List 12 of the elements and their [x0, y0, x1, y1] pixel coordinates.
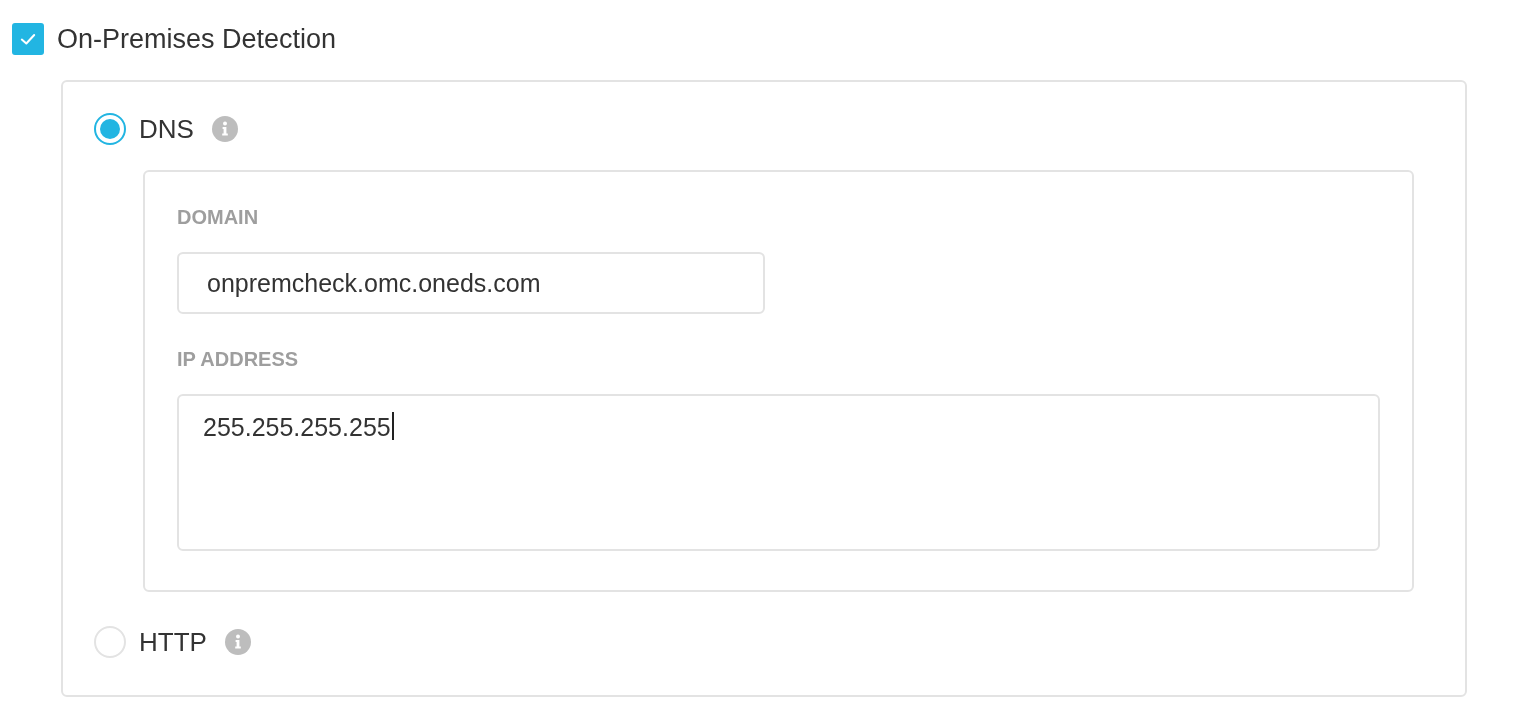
checkbox[interactable] — [12, 23, 44, 55]
info-icon[interactable] — [224, 629, 251, 655]
radio-label: HTTP — [139, 626, 207, 658]
checkbox-label: On-Premises Detection — [57, 23, 337, 55]
text-cursor — [391, 412, 394, 440]
text-area[interactable]: 255.255.255.255 — [177, 394, 1380, 551]
radio-button[interactable] — [94, 113, 126, 145]
field-label: IP ADDRESS — [177, 347, 299, 371]
radio-label: DNS — [139, 113, 194, 145]
info-icon[interactable] — [211, 116, 238, 142]
field-label: DOMAIN — [177, 205, 259, 229]
text-input[interactable]: onpremcheck.omc.oneds.com — [177, 252, 765, 314]
